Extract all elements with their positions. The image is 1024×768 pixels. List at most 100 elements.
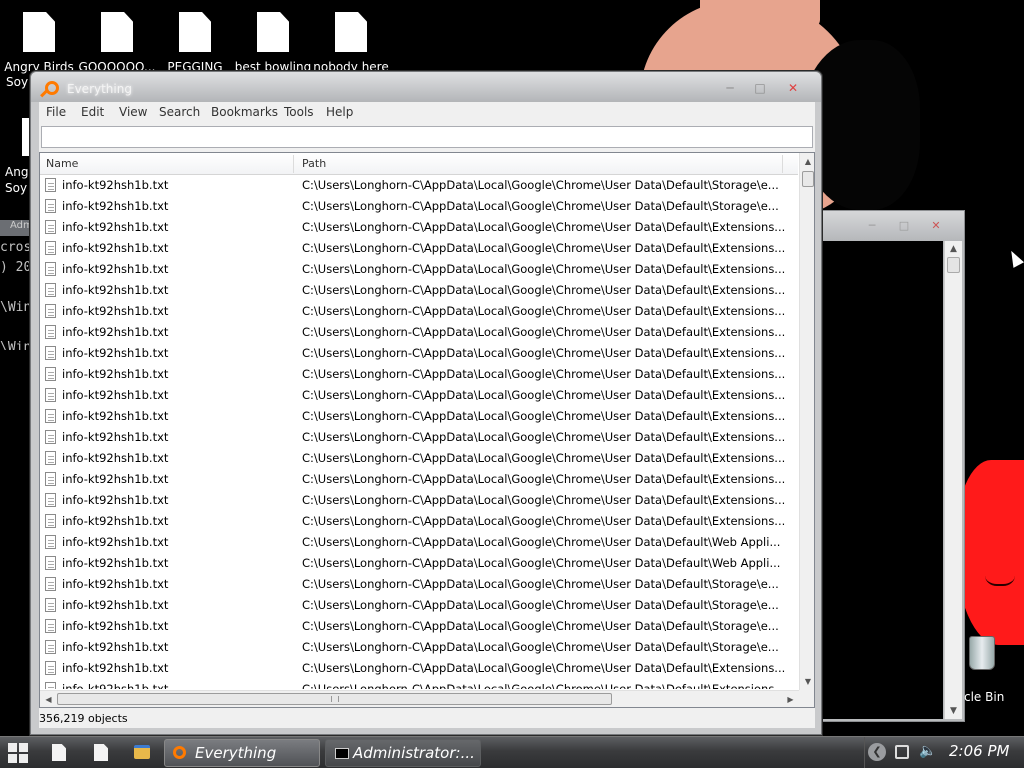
menu-edit[interactable]: Edit <box>81 105 104 119</box>
table-row[interactable]: info-kt92hsh1b.txt C:\Users\Longhorn-C\Ap… <box>40 301 798 322</box>
quicklaunch-document-icon[interactable] <box>94 744 108 761</box>
table-row[interactable]: info-kt92hsh1b.txt C:\Users\Longhorn-C\Ap… <box>40 448 798 469</box>
quicklaunch-document-icon[interactable] <box>52 744 66 761</box>
table-row[interactable]: info-kt92hsh1b.txt C:\Users\Longhorn-C\Ap… <box>40 490 798 511</box>
table-row[interactable]: info-kt92hsh1b.txt C:\Users\Longhorn-C\Ap… <box>40 238 798 259</box>
menu-help[interactable]: Help <box>326 105 353 119</box>
desktop-icon-best-bowling[interactable]: best bowling <box>234 12 312 75</box>
close-button[interactable]: ✕ <box>929 219 943 233</box>
table-row[interactable]: info-kt92hsh1b.txt C:\Users\Longhorn-C\Ap… <box>40 511 798 532</box>
volume-icon[interactable]: 🔈 <box>919 743 936 759</box>
table-row[interactable]: info-kt92hsh1b.txt C:\Users\Longhorn-C\Ap… <box>40 469 798 490</box>
menu-bookmarks[interactable]: Bookmarks <box>211 105 278 119</box>
console-titlebar[interactable]: ─ □ ✕ <box>821 211 964 241</box>
document-icon <box>179 12 211 52</box>
table-row[interactable]: info-kt92hsh1b.txt C:\Users\Longhorn-C\Ap… <box>40 385 798 406</box>
table-row[interactable]: info-kt92hsh1b.txt C:\Users\Longhorn-C\Ap… <box>40 679 798 689</box>
column-divider[interactable] <box>782 155 783 173</box>
scroll-down-arrow-icon[interactable]: ▼ <box>800 673 814 690</box>
clock[interactable]: 2:06 PM <box>949 742 1009 760</box>
close-button[interactable]: ✕ <box>784 80 802 96</box>
horizontal-scrollbar[interactable]: ◀ ▶ <box>40 690 799 707</box>
grip-icon <box>331 696 339 702</box>
menu-search[interactable]: Search <box>159 105 200 119</box>
results-list[interactable]: Name Path info-kt92hsh1b.txt C:\Users\Lon… <box>39 152 815 708</box>
scroll-right-arrow-icon[interactable]: ▶ <box>782 691 799 707</box>
console-body[interactable] <box>821 241 943 719</box>
text-file-icon <box>45 430 56 444</box>
maximize-button[interactable]: □ <box>897 219 911 233</box>
file-name: info-kt92hsh1b.txt <box>62 598 169 612</box>
show-hidden-icons-chevron-icon[interactable]: ❮ <box>868 743 886 761</box>
scroll-down-arrow-icon[interactable]: ▼ <box>945 703 962 719</box>
file-path: C:\Users\Longhorn-C\AppData\Local\Google… <box>302 241 786 255</box>
recycle-bin-icon[interactable] <box>962 636 1002 682</box>
console-line: cros <box>0 240 32 255</box>
taskbar-button-administrator[interactable]: Administrator:... <box>325 739 481 767</box>
scroll-left-arrow-icon[interactable]: ◀ <box>40 691 57 707</box>
minimize-button[interactable]: ─ <box>865 219 879 233</box>
desktop-icon-nobody-here[interactable]: nobody here <box>312 12 390 75</box>
column-header-name[interactable]: Name <box>46 157 78 170</box>
console-scrollbar[interactable]: ▲ ▼ <box>944 241 962 719</box>
file-name: info-kt92hsh1b.txt <box>62 661 169 675</box>
quicklaunch-folder-icon[interactable] <box>134 745 150 759</box>
vertical-scrollbar[interactable]: ▲ ▼ <box>799 153 814 690</box>
file-path: C:\Users\Longhorn-C\AppData\Local\Google… <box>302 283 786 297</box>
table-row[interactable]: info-kt92hsh1b.txt C:\Users\Longhorn-C\Ap… <box>40 532 798 553</box>
taskbar-button-everything[interactable]: Everything <box>164 739 320 767</box>
column-divider[interactable] <box>293 155 294 173</box>
maximize-button[interactable]: □ <box>751 80 769 96</box>
window-titlebar[interactable]: Everything ─ □ ✕ <box>31 72 821 102</box>
desktop-icon-pegging[interactable]: PEGGING <box>156 12 234 75</box>
file-path: C:\Users\Longhorn-C\AppData\Local\Google… <box>302 346 786 360</box>
table-row[interactable]: info-kt92hsh1b.txt C:\Users\Longhorn-C\Ap… <box>40 196 798 217</box>
wallpaper-shape <box>955 460 1024 645</box>
table-row[interactable]: info-kt92hsh1b.txt C:\Users\Longhorn-C\Ap… <box>40 427 798 448</box>
window-title: Everything <box>67 82 132 96</box>
table-row[interactable]: info-kt92hsh1b.txt C:\Users\Longhorn-C\Ap… <box>40 322 798 343</box>
table-row[interactable]: info-kt92hsh1b.txt C:\Users\Longhorn-C\Ap… <box>40 280 798 301</box>
search-input[interactable] <box>41 126 813 148</box>
menu-tools[interactable]: Tools <box>284 105 314 119</box>
console-line: ) 20 <box>0 260 32 275</box>
table-row[interactable]: info-kt92hsh1b.txt C:\Users\Longhorn-C\Ap… <box>40 343 798 364</box>
table-row[interactable]: info-kt92hsh1b.txt C:\Users\Longhorn-C\Ap… <box>40 574 798 595</box>
scroll-thumb[interactable] <box>57 693 612 705</box>
table-row[interactable]: info-kt92hsh1b.txt C:\Users\Longhorn-C\Ap… <box>40 595 798 616</box>
file-path: C:\Users\Longhorn-C\AppData\Local\Google… <box>302 472 786 486</box>
table-row[interactable]: info-kt92hsh1b.txt C:\Users\Longhorn-C\Ap… <box>40 637 798 658</box>
table-row[interactable]: info-kt92hsh1b.txt C:\Users\Longhorn-C\Ap… <box>40 616 798 637</box>
console-window[interactable]: ─ □ ✕ ▲ ▼ <box>820 210 965 722</box>
table-row[interactable]: info-kt92hsh1b.txt C:\Users\Longhorn-C\Ap… <box>40 406 798 427</box>
minimize-button[interactable]: ─ <box>721 80 739 96</box>
menu-bar: File Edit View Search Bookmarks Tools He… <box>39 102 815 124</box>
scroll-up-arrow-icon[interactable]: ▲ <box>945 241 962 257</box>
table-row[interactable]: info-kt92hsh1b.txt C:\Users\Longhorn-C\Ap… <box>40 175 798 196</box>
table-row[interactable]: info-kt92hsh1b.txt C:\Users\Longhorn-C\Ap… <box>40 217 798 238</box>
everything-window[interactable]: Everything ─ □ ✕ File Edit View Search B… <box>30 71 822 735</box>
console-window-left-edge[interactable]: Adm cros ) 20 \Win \Win <box>0 220 32 350</box>
document-icon <box>335 12 367 52</box>
table-row[interactable]: info-kt92hsh1b.txt C:\Users\Longhorn-C\Ap… <box>40 364 798 385</box>
menu-file[interactable]: File <box>46 105 66 119</box>
scroll-up-arrow-icon[interactable]: ▲ <box>800 153 814 170</box>
file-path: C:\Users\Longhorn-C\AppData\Local\Google… <box>302 598 779 612</box>
file-name: info-kt92hsh1b.txt <box>62 619 169 633</box>
file-path: C:\Users\Longhorn-C\AppData\Local\Google… <box>302 535 781 549</box>
console-title: Adm <box>0 220 32 236</box>
text-file-icon <box>45 493 56 507</box>
scroll-thumb[interactable] <box>802 171 814 187</box>
desktop-icon-gooooooo[interactable]: GOOOOOO... <box>78 12 156 75</box>
table-row[interactable]: info-kt92hsh1b.txt C:\Users\Longhorn-C\Ap… <box>40 553 798 574</box>
network-icon[interactable] <box>895 745 909 759</box>
table-row[interactable]: info-kt92hsh1b.txt C:\Users\Longhorn-C\Ap… <box>40 658 798 679</box>
table-row[interactable]: info-kt92hsh1b.txt C:\Users\Longhorn-C\Ap… <box>40 259 798 280</box>
menu-view[interactable]: View <box>119 105 147 119</box>
scroll-thumb[interactable] <box>947 257 960 273</box>
start-button[interactable] <box>8 743 28 763</box>
file-name: info-kt92hsh1b.txt <box>62 178 169 192</box>
column-header-path[interactable]: Path <box>302 157 326 170</box>
file-name: info-kt92hsh1b.txt <box>62 388 169 402</box>
text-file-icon <box>45 220 56 234</box>
